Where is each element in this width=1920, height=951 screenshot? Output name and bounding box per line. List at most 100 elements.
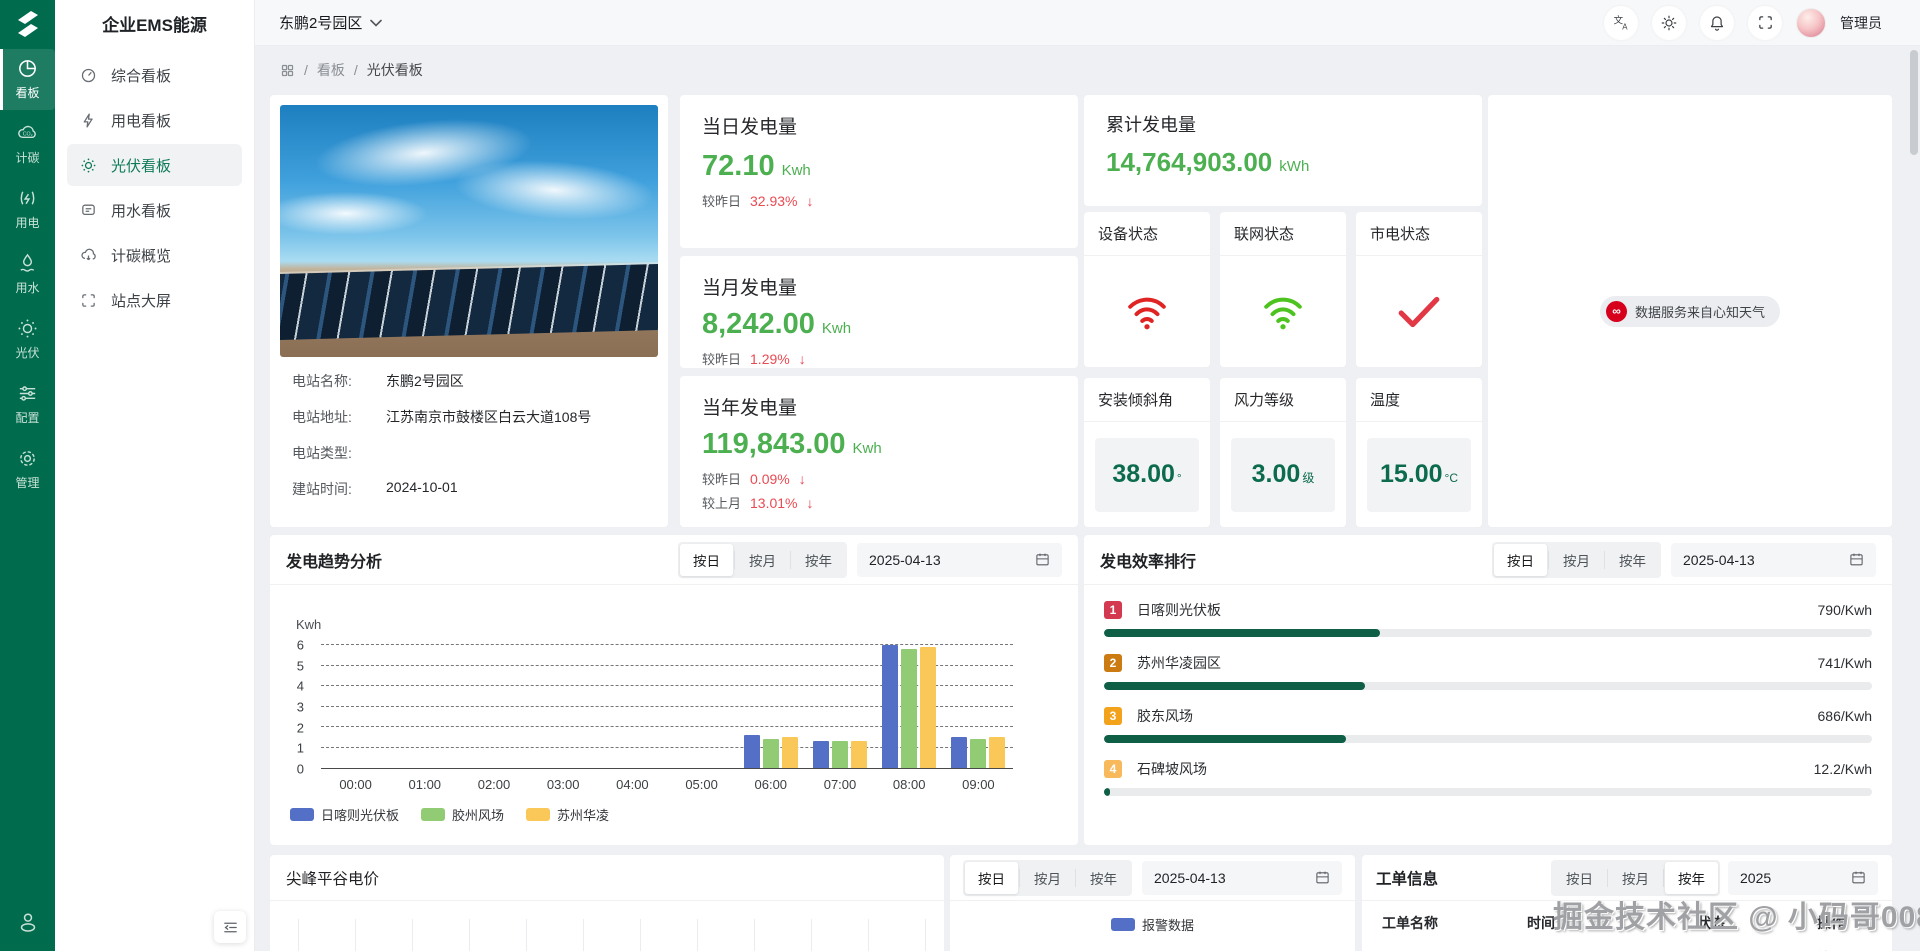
progress-bar (1104, 788, 1872, 796)
breadcrumb-dashboard[interactable]: 看板 (317, 60, 345, 80)
generation-unit: Kwh (853, 440, 882, 457)
primary-nav-label: 用水 (15, 279, 39, 296)
sidebar-item-label: 站点大屏 (111, 290, 171, 311)
tab-by-year[interactable]: 按年 (1606, 544, 1659, 576)
rank-badge: 2 (1104, 654, 1122, 672)
legend-item[interactable]: 胶州风场 (421, 805, 504, 824)
solar-farm-photo (280, 105, 658, 357)
sidebar-collapse-button[interactable] (214, 911, 246, 943)
tilt-angle-card: 安装倾斜角 38.00° (1084, 378, 1210, 527)
solar-panels-graphic (280, 263, 658, 339)
user-profile-icon[interactable] (15, 909, 41, 935)
water-drop-icon (16, 252, 39, 275)
tab-by-day[interactable]: 按日 (1494, 544, 1547, 576)
generation-value: 119,843.00 (702, 428, 846, 461)
tab-by-month[interactable]: 按月 (1609, 862, 1662, 894)
sidebar-item-electricity-board[interactable]: 用电看板 (67, 99, 242, 141)
language-translate-icon[interactable]: 文A (1604, 6, 1638, 40)
sliders-icon (16, 382, 39, 405)
tab-by-day[interactable]: 按日 (1553, 862, 1606, 894)
card-title: 当日发电量 (702, 112, 1056, 139)
sidebar-item-carbon-overview[interactable]: 计碳概览 (67, 234, 242, 276)
alarm-date-picker[interactable]: 2025-04-13 (1142, 861, 1342, 895)
panel-title: 工单信息 (1376, 867, 1438, 889)
trend-legend: 日喀则光伏板 胶州风场 苏州华凌 (290, 805, 609, 824)
park-selector-label: 东鹏2号园区 (279, 12, 362, 33)
tab-by-day[interactable]: 按日 (965, 862, 1018, 894)
grid-home-icon[interactable] (280, 63, 295, 78)
trend-chart-plot: 00:0001:0002:0003:0004:0005:0006:0007:00… (321, 645, 1013, 769)
user-avatar[interactable] (1796, 8, 1826, 38)
y-axis-title: Kwh (296, 617, 321, 632)
progress-bar (1104, 682, 1872, 690)
sun-icon (16, 317, 39, 340)
network-status-card: 联网状态 (1220, 212, 1346, 367)
wifi-icon (1262, 294, 1304, 330)
down-arrow-icon: ↓ (807, 193, 814, 209)
env-value-box: 3.00级 (1231, 438, 1335, 512)
station-info-card: 电站名称:东鹏2号园区 电站地址:江苏南京市鼓楼区白云大道108号 电站类型: … (270, 95, 668, 527)
tab-by-month[interactable]: 按月 (1550, 544, 1603, 576)
calendar-icon (1851, 870, 1866, 885)
primary-nav-solar[interactable]: 光伏 (0, 309, 55, 370)
weather-source-badge: ∞ 数据服务来自心知天气 (1600, 296, 1780, 327)
ranking-row: 1日喀则光伏板790/Kwh (1104, 600, 1872, 637)
tab-by-day[interactable]: 按日 (680, 544, 733, 576)
compare-row: 较昨日1.29%↓ (702, 349, 1056, 368)
station-field: 建站时间:2024-10-01 (292, 479, 646, 499)
primary-nav-label: 光伏 (15, 344, 39, 361)
legend-item[interactable]: 日喀则光伏板 (290, 805, 399, 824)
breadcrumb-separator: / (354, 62, 358, 78)
station-field: 电站类型: (292, 443, 646, 463)
primary-nav-admin[interactable]: 管理 (0, 439, 55, 500)
ranking-row: 4石碑坡风场12.2/Kwh (1104, 759, 1872, 796)
station-field: 电站地址:江苏南京市鼓楼区白云大道108号 (292, 407, 646, 427)
tab-by-year[interactable]: 按年 (1665, 862, 1718, 894)
workorder-period-tabs: 按日 按月 按年 (1551, 860, 1720, 896)
weather-source-text: 数据服务来自心知天气 (1635, 302, 1765, 321)
park-selector[interactable]: 东鹏2号园区 (279, 12, 382, 33)
tab-by-month[interactable]: 按月 (736, 544, 789, 576)
primary-nav-dashboard[interactable]: 看板 (0, 49, 55, 110)
legend-item[interactable]: 苏州华凌 (526, 805, 609, 824)
sidebar-item-solar-board[interactable]: 光伏看板 (67, 144, 242, 186)
username[interactable]: 管理员 (1840, 13, 1882, 33)
vertical-scrollbar-thumb[interactable] (1910, 50, 1918, 155)
primary-nav-config[interactable]: 配置 (0, 374, 55, 435)
fullscreen-icon[interactable] (1748, 6, 1782, 40)
generation-value: 14,764,903.00 (1106, 147, 1272, 178)
app-logo-icon[interactable] (11, 7, 45, 41)
primary-nav-electricity[interactable]: 用电 (0, 179, 55, 240)
rank-badge: 4 (1104, 760, 1122, 778)
sidebar-item-water-board[interactable]: 用水看板 (67, 189, 242, 231)
primary-sidebar: 看板 CO₂ 计碳 用电 用水 光伏 配置 管理 (0, 0, 55, 951)
calendar-icon (1849, 552, 1864, 567)
theme-brightness-icon[interactable] (1652, 6, 1686, 40)
sidebar-item-overview-board[interactable]: 综合看板 (67, 54, 242, 96)
chevron-down-icon (370, 19, 382, 27)
sidebar-item-label: 光伏看板 (111, 155, 171, 176)
breadcrumb-solar-board[interactable]: 光伏看板 (367, 60, 423, 80)
cloud-download-icon (80, 247, 97, 264)
tab-by-month[interactable]: 按月 (1021, 862, 1074, 894)
sidebar-item-site-bigscreen[interactable]: 站点大屏 (67, 279, 242, 321)
tab-by-year[interactable]: 按年 (1077, 862, 1130, 894)
primary-nav-carbon[interactable]: CO₂ 计碳 (0, 114, 55, 175)
ranking-date-picker[interactable]: 2025-04-13 (1671, 543, 1876, 577)
fullscreen-brackets-icon (80, 292, 97, 309)
station-info-list: 电站名称:东鹏2号园区 电站地址:江苏南京市鼓楼区白云大道108号 电站类型: … (280, 357, 658, 499)
alarm-legend[interactable]: 报警数据 (950, 915, 1355, 934)
temperature-card: 温度 15.00°C (1356, 378, 1482, 527)
price-chart-grid (298, 919, 932, 951)
calendar-icon (1315, 870, 1330, 885)
primary-nav-water[interactable]: 用水 (0, 244, 55, 305)
trend-date-picker[interactable]: 2025-04-13 (857, 543, 1062, 577)
ems-dashboard: 看板 CO₂ 计碳 用电 用水 光伏 配置 管理 企业 (0, 0, 1920, 951)
card-title: 累计发电量 (1106, 111, 1460, 137)
notification-bell-icon[interactable] (1700, 6, 1734, 40)
workorder-date-picker[interactable]: 2025 (1728, 861, 1878, 895)
station-field: 电站名称:东鹏2号园区 (292, 371, 646, 391)
tab-by-year[interactable]: 按年 (792, 544, 845, 576)
sidebar-item-label: 用水看板 (111, 200, 171, 221)
env-value-box: 38.00° (1095, 438, 1199, 512)
